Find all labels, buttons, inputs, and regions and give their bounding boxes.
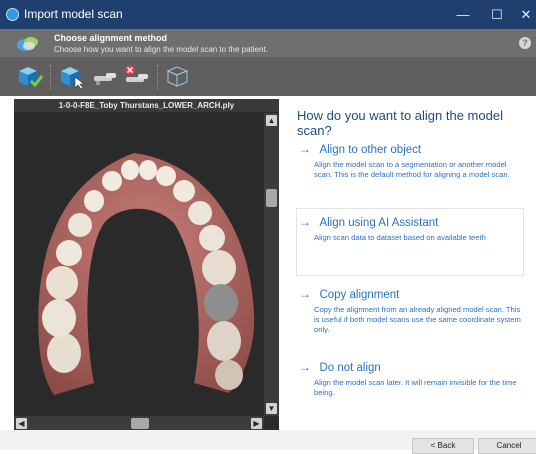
option-title[interactable]: Copy alignment (319, 289, 399, 301)
option-description: Align scan data to dataset based on avai… (314, 233, 486, 242)
window-title-bar: Import model scan — ☐ ✕ (0, 0, 536, 29)
model-scan-select-icon[interactable] (58, 64, 86, 90)
scroll-down-button[interactable]: ▼ (266, 403, 277, 414)
wizard-header: Choose alignment method Choose how you w… (0, 29, 536, 57)
option-description: Align the model scan to a segmentation o… (314, 160, 510, 179)
scroll-right-button[interactable]: ▶ (251, 418, 262, 429)
option-copy-alignment[interactable]: → Copy alignment Copy the alignment from… (299, 285, 526, 335)
help-icon[interactable]: ? (519, 37, 531, 49)
scanner-icon[interactable] (92, 66, 120, 88)
close-button[interactable]: ✕ (507, 0, 536, 29)
viewer-vertical-scrollbar[interactable]: ▲ ▼ (264, 113, 279, 416)
option-description: Align the model scan later. It will rema… (314, 378, 517, 397)
minimize-button[interactable]: — (444, 0, 482, 29)
header-title: Choose alignment method (54, 33, 168, 43)
dental-arch-scan (38, 153, 255, 395)
viewer-horizontal-scrollbar[interactable]: ◀ ▶ (14, 416, 264, 430)
back-button[interactable]: < Back (412, 438, 474, 454)
window-title: Import model scan (24, 7, 123, 21)
option-description: Copy the alignment from an already align… (314, 305, 521, 334)
scroll-up-button[interactable]: ▲ (266, 115, 277, 126)
option-title[interactable]: Do not align (319, 362, 380, 374)
cube-wireframe-icon[interactable] (165, 64, 191, 90)
arrow-right-icon: → (299, 142, 311, 156)
vertical-scroll-thumb[interactable] (266, 189, 277, 207)
horizontal-scroll-thumb[interactable] (131, 418, 149, 429)
arrow-right-icon: → (299, 215, 311, 229)
app-icon (6, 8, 19, 21)
toolbar-separator (157, 65, 159, 89)
scroll-left-button[interactable]: ◀ (16, 418, 27, 429)
step-toolbar (0, 57, 536, 96)
page-title: How do you want to align the model scan? (297, 108, 503, 138)
model-viewport[interactable] (14, 113, 264, 416)
arrow-right-icon: → (299, 287, 311, 301)
align-method-icon (17, 37, 38, 51)
arrow-right-icon: → (299, 360, 311, 374)
model-scan-checked-icon[interactable] (16, 64, 44, 90)
option-do-not-align[interactable]: → Do not align Align the model scan late… (299, 358, 526, 398)
option-title[interactable]: Align to other object (319, 144, 421, 156)
scanner-disabled-icon[interactable] (122, 64, 152, 90)
header-subtitle: Choose how you want to align the model s… (54, 45, 268, 54)
cancel-button[interactable]: Cancel (478, 438, 536, 454)
option-ai-assistant[interactable]: → Align using AI Assistant Align scan da… (299, 213, 526, 243)
toolbar-separator (50, 65, 52, 89)
option-title[interactable]: Align using AI Assistant (319, 217, 438, 229)
viewer-title: 1-0-0-F8E_Toby Thurstans_LOWER_ARCH.ply (14, 99, 279, 112)
option-align-to-object[interactable]: → Align to other object Align the model … (299, 140, 526, 180)
